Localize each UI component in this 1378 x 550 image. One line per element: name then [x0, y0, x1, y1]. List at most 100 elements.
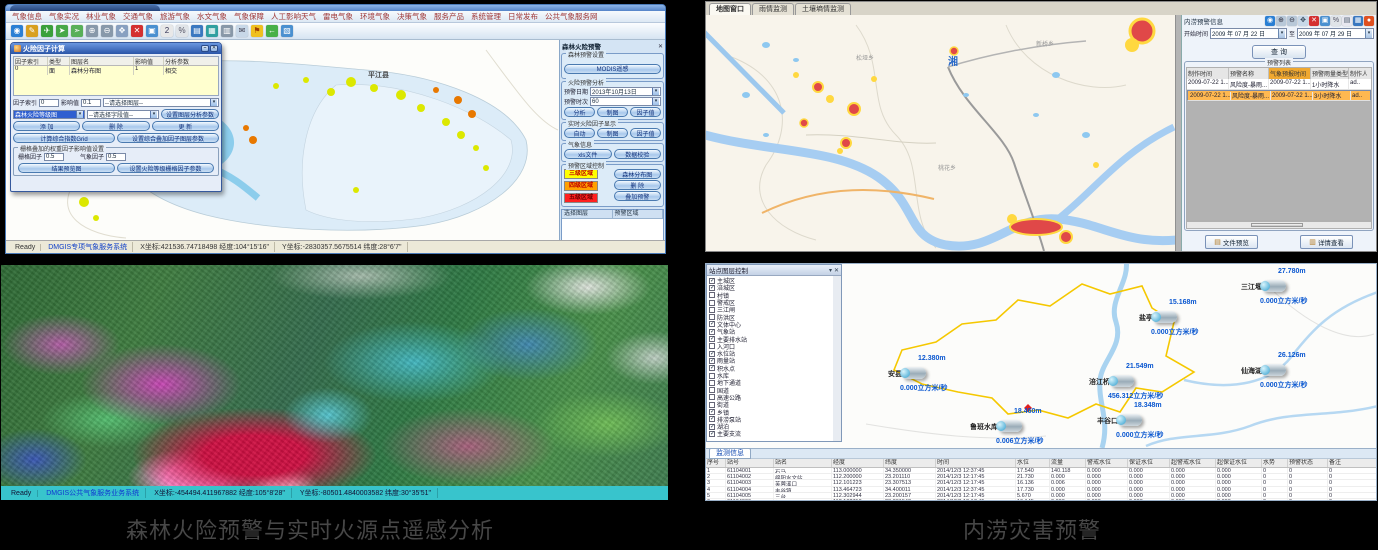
- table-row[interactable]: 0面森林分布图1相交: [14, 66, 218, 75]
- layer-checkbox[interactable]: ✓: [709, 321, 715, 327]
- zoom-out-icon[interactable]: ⊖: [101, 25, 113, 37]
- zoom-percent-icon[interactable]: %: [176, 25, 188, 37]
- flyto-icon[interactable]: ✈: [41, 25, 53, 37]
- layer-checkbox[interactable]: [709, 394, 715, 400]
- layer-checkbox[interactable]: [709, 373, 715, 379]
- layer-checkbox[interactable]: ✓: [709, 336, 715, 342]
- layer-checkbox[interactable]: ✓: [709, 285, 715, 291]
- menu-item[interactable]: 气象信息: [12, 11, 42, 22]
- layers-icon[interactable]: ▤: [191, 25, 203, 37]
- menu-item[interactable]: 日常发布: [508, 11, 538, 22]
- station-marker[interactable]: 三江堰27.780m0.000立方米/秒: [1262, 280, 1286, 292]
- layer-checkbox[interactable]: ✓: [709, 365, 715, 371]
- field-select[interactable]: --请选择字段值--▾: [87, 110, 159, 119]
- layer-checkbox[interactable]: [709, 292, 715, 298]
- station-marker[interactable]: 仙海湖26.126m0.000立方米/秒: [1262, 364, 1286, 376]
- menu-item[interactable]: 旅游气象: [160, 11, 190, 22]
- back-arrow-icon[interactable]: ←: [266, 25, 278, 37]
- layer-checkbox[interactable]: [709, 343, 715, 349]
- end-date-picker[interactable]: 2009 年 07 月 29 日▾: [1297, 28, 1374, 39]
- data-check-button[interactable]: 数据校验: [614, 149, 662, 159]
- doc-2-icon[interactable]: 2: [161, 25, 173, 37]
- overlay-params-button[interactable]: 设置综合叠加因子图层参数: [117, 133, 219, 143]
- collapse-icon[interactable]: ▾: [829, 267, 832, 274]
- zoom-in-icon[interactable]: ⊕: [1276, 16, 1286, 26]
- result-preview-button[interactable]: 结果预览图: [18, 163, 115, 173]
- station-marker[interactable]: 鲁班水库18.460m0.006立方米/秒: [998, 420, 1022, 432]
- layer-checkbox[interactable]: [709, 380, 715, 386]
- flood-map-view[interactable]: 湘 桃花乡松垭乡新桥乡: [706, 15, 1175, 251]
- stop-icon[interactable]: ●: [1364, 16, 1374, 26]
- table-row[interactable]: 2009-07-22 1...风险度-暴雨...2009-07-22 1...1…: [1187, 79, 1371, 90]
- update-button[interactable]: 更 新: [152, 121, 219, 131]
- table-row[interactable]: 2009-07-22 1...风险度-暴雨...2009-07-22 1...3…: [1187, 90, 1371, 101]
- chevron-down-icon[interactable]: ▾: [1365, 29, 1372, 38]
- print-icon[interactable]: ▥: [221, 25, 233, 37]
- select-arrow-icon[interactable]: ➣: [71, 25, 83, 37]
- menu-item[interactable]: 雷电气象: [323, 11, 353, 22]
- station-map-view[interactable]: 三江堰27.780m0.000立方米/秒盐亭15.168m0.000立方米/秒仙…: [706, 264, 1376, 448]
- close-icon[interactable]: ✕: [210, 45, 218, 52]
- layer-item[interactable]: ✓主要支流: [709, 430, 833, 437]
- tab-2[interactable]: 土壤墒情监测: [795, 3, 851, 15]
- menu-item[interactable]: 水文气象: [197, 11, 227, 22]
- fire-app-titlebar[interactable]: [6, 5, 665, 11]
- layer-select[interactable]: --请选择图层--▾: [103, 98, 219, 107]
- pan-hand-icon[interactable]: ✥: [116, 25, 128, 37]
- layer-checkbox[interactable]: ✓: [709, 431, 715, 437]
- horizontal-scrollbar[interactable]: [1186, 221, 1372, 229]
- menu-item[interactable]: 决策气象: [397, 11, 427, 22]
- warn-time-select[interactable]: 60▾: [590, 97, 661, 106]
- query-button[interactable]: 查 询: [1252, 45, 1306, 59]
- layer-checkbox[interactable]: [709, 300, 715, 306]
- station-marker[interactable]: 安县12.380m0.000立方米/秒: [902, 367, 926, 379]
- menu-item[interactable]: 交通气象: [123, 11, 153, 22]
- chevron-down-icon[interactable]: ▾: [76, 111, 83, 118]
- layer-checkbox[interactable]: [709, 314, 715, 320]
- layer-checkbox[interactable]: [709, 387, 715, 393]
- chevron-down-icon[interactable]: ▾: [210, 99, 217, 106]
- close-icon[interactable]: ✕: [658, 43, 663, 50]
- layer-checkbox[interactable]: ✓: [709, 351, 715, 357]
- close-red-icon[interactable]: ✕: [1309, 16, 1319, 26]
- analyze-button[interactable]: 分析: [564, 107, 595, 117]
- fire-grade-layer-select[interactable]: 森林火险等级图▾: [13, 110, 85, 119]
- delete-button[interactable]: 删 除: [614, 180, 662, 190]
- close-red-icon[interactable]: ✕: [131, 25, 143, 37]
- station-marker[interactable]: 丰谷口18.348m0.000立方米/秒: [1118, 414, 1142, 426]
- auto-button[interactable]: 自动: [564, 128, 595, 138]
- modis-button[interactable]: MODIS遥感: [564, 64, 661, 74]
- zoom-in-icon[interactable]: ⊕: [86, 25, 98, 37]
- menu-item[interactable]: 气象实况: [49, 11, 79, 22]
- tab-1[interactable]: 雨情监测: [752, 3, 794, 15]
- warn-date-select[interactable]: 2013年10月13日▾: [590, 87, 661, 96]
- calc-grid-button[interactable]: 计算综合指数Grid: [13, 133, 115, 143]
- menu-item[interactable]: 林业气象: [86, 11, 116, 22]
- set-fire-params-button[interactable]: 设置火险等级栅格因子参数: [117, 163, 214, 173]
- layer-checkbox[interactable]: ✓: [709, 416, 715, 422]
- impact-input[interactable]: 0.1: [81, 99, 101, 107]
- pan-hand-icon[interactable]: ✥: [1298, 16, 1308, 26]
- menu-item[interactable]: 气象保障: [234, 11, 264, 22]
- menu-item[interactable]: 环境气象: [360, 11, 390, 22]
- tab-0[interactable]: 地图窗口: [709, 3, 751, 15]
- globe-icon[interactable]: ◉: [1265, 16, 1275, 26]
- layer-checkbox[interactable]: ✓: [709, 278, 715, 284]
- close-icon[interactable]: ✕: [834, 267, 839, 274]
- layers-icon[interactable]: ▦: [1353, 16, 1363, 26]
- layer-checkbox[interactable]: ✓: [709, 424, 715, 430]
- map-window-icon[interactable]: ▣: [146, 25, 158, 37]
- doc-icon[interactable]: ▤: [1342, 16, 1352, 26]
- menu-item[interactable]: 公共气象服务网: [545, 11, 598, 22]
- mapping-button[interactable]: 制图: [597, 128, 628, 138]
- pan-north-icon[interactable]: ➤: [56, 25, 68, 37]
- overlay-warning-button[interactable]: 叠加预警: [614, 191, 662, 201]
- add-button[interactable]: 添 加: [13, 121, 80, 131]
- xls-file-button[interactable]: xls文件: [564, 149, 612, 159]
- chevron-down-icon[interactable]: ▾: [150, 111, 157, 118]
- tab-monitor-info[interactable]: 监测信息: [709, 448, 751, 459]
- layer-checkbox[interactable]: ✓: [709, 358, 715, 364]
- globe-icon[interactable]: ◉: [11, 25, 23, 37]
- chevron-down-icon[interactable]: ▾: [1278, 29, 1285, 38]
- map-window-icon[interactable]: ▣: [1320, 16, 1330, 26]
